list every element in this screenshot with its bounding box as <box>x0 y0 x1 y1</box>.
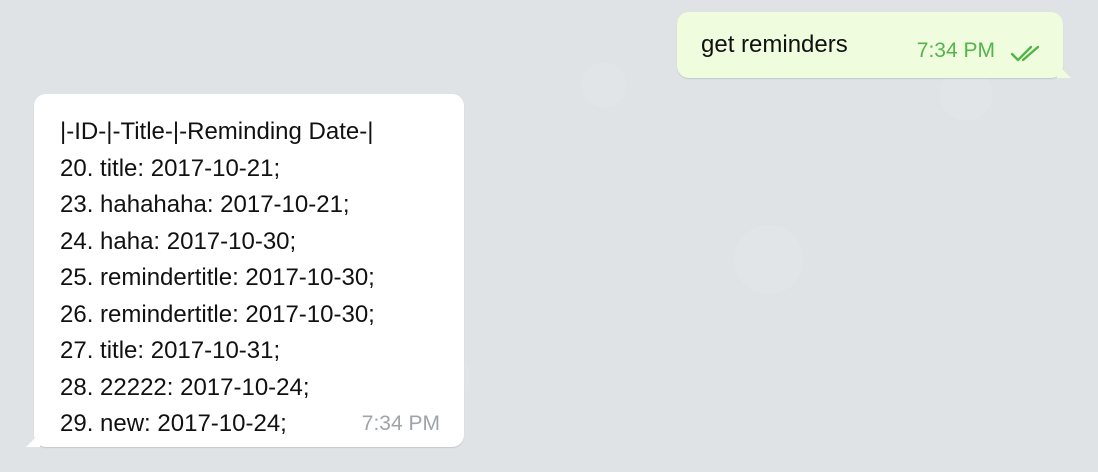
reminder-line: 26. remindertitle: 2017-10-30; <box>60 300 375 328</box>
incoming-message-text: |-ID-|-Title-|-Reminding Date-| 20. titl… <box>60 114 450 443</box>
reminder-line: 24. haha: 2017-10-30; <box>60 227 297 255</box>
incoming-message-bubble[interactable]: |-ID-|-Title-|-Reminding Date-| 20. titl… <box>34 94 464 447</box>
reminder-line: 28. 22222: 2017-10-24; <box>60 373 310 401</box>
outgoing-message-time: 7:34 PM <box>916 39 995 62</box>
reminder-header-line: |-ID-|-Title-|-Reminding Date-| <box>60 118 374 145</box>
reminder-line: 25. remindertitle: 2017-10-30; <box>60 264 375 291</box>
reminder-line: 23. hahahaha: 2017-10-21; <box>60 191 350 218</box>
outgoing-message-bubble[interactable]: get reminders 7:34 PM <box>677 12 1063 78</box>
double-check-icon <box>1010 43 1048 63</box>
reminder-line: 20. title: 2017-10-21; <box>60 154 281 182</box>
incoming-message-time: 7:34 PM <box>361 412 440 435</box>
outgoing-message-text: get reminders <box>701 31 848 58</box>
reminder-line: 27. title: 2017-10-31; <box>60 337 281 364</box>
